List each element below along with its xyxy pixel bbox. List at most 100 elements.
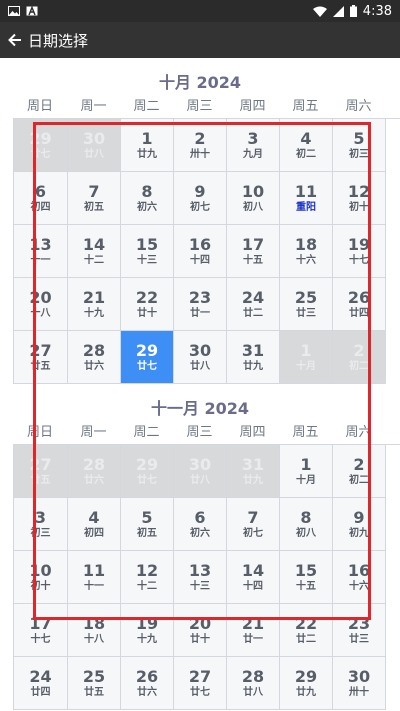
day-cell[interactable]: 17 十七 [14,604,68,657]
day-cell[interactable]: 29 廿七 [14,119,68,172]
image-icon [8,6,20,16]
weekday-label: 周二 [133,425,160,440]
day-cell[interactable]: 29 廿七 [121,445,174,498]
day-cell[interactable]: 19 十七 [333,225,386,278]
lunar-date: 廿三 [349,633,369,645]
day-cell[interactable]: 23 廿三 [333,604,386,657]
day-cell[interactable]: 20 十八 [14,278,68,331]
day-cell[interactable]: 3 九月 [227,119,280,172]
day-cell[interactable]: 6 初四 [14,172,68,225]
day-cell[interactable]: 30 廿八 [68,119,121,172]
day-cell[interactable]: 27 廿五 [14,445,68,498]
lunar-date: 十六 [296,254,316,266]
day-cell[interactable]: 28 廿八 [227,657,280,710]
day-cell[interactable]: 1 十月 [280,445,333,498]
day-cell[interactable]: 15 十五 [280,551,333,604]
day-number: 4 [88,507,100,527]
calendar-scroll-area[interactable]: 十月 2024 周日 周一 周二 周三 周四 周五 周六 29 廿七 30 廿八 1 廿九 2 卅十 3 九月 4 初… [0,58,400,711]
day-cell[interactable]: 12 十二 [121,551,174,604]
day-cell[interactable]: 22 廿二 [280,604,333,657]
day-cell[interactable]: 13 十一 [14,225,68,278]
day-cell[interactable]: 21 廿一 [227,604,280,657]
day-cell[interactable]: 1 廿九 [121,119,174,172]
day-cell[interactable]: 7 初五 [68,172,121,225]
lunar-date: 十五 [296,580,316,592]
day-number: 8 [141,181,153,201]
day-number: 28 [241,666,265,686]
day-cell[interactable]: 30 廿八 [174,445,227,498]
day-cell[interactable]: 8 初六 [121,172,174,225]
day-cell[interactable]: 11 十一 [68,551,121,604]
weekday-label: 周四 [239,425,266,440]
weekday-label: 周日 [26,99,53,114]
day-number: 9 [194,181,206,201]
day-cell[interactable]: 27 廿五 [14,331,68,384]
day-number: 17 [29,613,52,633]
weekday-label: 周日 [26,425,53,440]
day-cell[interactable]: 2 初二 [333,445,386,498]
weekday-header: 周日 周一 周二 周三 周四 周五 周六 [13,96,400,118]
day-cell[interactable]: 24 廿四 [14,657,68,710]
day-cell[interactable]: 26 廿四 [333,278,386,331]
day-cell[interactable]: 25 廿三 [280,278,333,331]
day-cell[interactable]: 16 十四 [174,225,227,278]
lunar-date: 初五 [137,527,157,539]
day-number: 17 [241,234,265,254]
day-number: 29 [135,454,159,474]
day-cell[interactable]: 25 廿五 [68,657,121,710]
day-cell[interactable]: 12 初十 [333,172,386,225]
day-number: 28 [82,454,106,474]
day-number: 25 [294,287,318,307]
day-cell[interactable]: 21 十九 [68,278,121,331]
lunar-date: 十九 [137,633,157,645]
day-cell[interactable]: 28 廿六 [68,331,121,384]
day-cell[interactable]: 31 廿九 [227,445,280,498]
day-cell[interactable]: 9 初九 [333,498,386,551]
day-cell[interactable]: 5 初三 [333,119,386,172]
day-cell[interactable]: 31 廿九 [227,331,280,384]
day-cell[interactable]: 10 初十 [14,551,68,604]
day-cell[interactable]: 26 廿六 [121,657,174,710]
day-cell[interactable]: 22 廿十 [121,278,174,331]
day-cell[interactable]: 16 十六 [333,551,386,604]
day-cell[interactable]: 2 卅十 [174,119,227,172]
day-number: 15 [294,560,318,580]
day-cell[interactable]: 9 初七 [174,172,227,225]
day-cell[interactable]: 8 初八 [280,498,333,551]
day-cell[interactable]: 4 初二 [280,119,333,172]
day-cell[interactable]: 7 初七 [227,498,280,551]
day-number: 30 [347,666,371,686]
day-cell[interactable]: 15 十三 [121,225,174,278]
day-cell[interactable]: 4 初四 [68,498,121,551]
day-cell[interactable]: 30 廿八 [174,331,227,384]
lunar-date: 初四 [30,201,51,213]
day-cell[interactable]: 20 廿十 [174,604,227,657]
day-cell[interactable]: 17 十五 [227,225,280,278]
day-cell[interactable]: 30 卅十 [333,657,386,710]
day-cell[interactable]: 23 廿一 [174,278,227,331]
day-cell[interactable]: 18 十六 [280,225,333,278]
day-cell[interactable]: 3 初三 [14,498,68,551]
day-cell[interactable]: 27 廿七 [174,657,227,710]
day-cell[interactable]: 2 初二 [333,331,386,384]
day-cell[interactable]: 14 十二 [68,225,121,278]
month-title: 十一月 2024 [150,399,250,418]
day-cell-selected[interactable]: 29 廿七 [121,331,174,384]
day-cell[interactable]: 1 十月 [280,331,333,384]
day-cell[interactable]: 24 廿二 [227,278,280,331]
day-cell[interactable]: 13 十三 [174,551,227,604]
day-cell[interactable]: 18 十八 [68,604,121,657]
back-arrow-icon[interactable] [6,31,24,49]
day-cell[interactable]: 19 十九 [121,604,174,657]
day-cell[interactable]: 10 初八 [227,172,280,225]
day-cell[interactable]: 11 重阳 [280,172,333,225]
lunar-date: 廿二 [243,307,263,319]
lunar-date: 廿八 [243,686,263,698]
day-cell[interactable]: 29 廿九 [280,657,333,710]
lunar-date: 初三 [30,527,51,539]
day-cell[interactable]: 14 十四 [227,551,280,604]
day-cell[interactable]: 28 廿六 [68,445,121,498]
day-cell[interactable]: 6 初六 [174,498,227,551]
lunar-date: 十月 [296,360,316,372]
day-cell[interactable]: 5 初五 [121,498,174,551]
